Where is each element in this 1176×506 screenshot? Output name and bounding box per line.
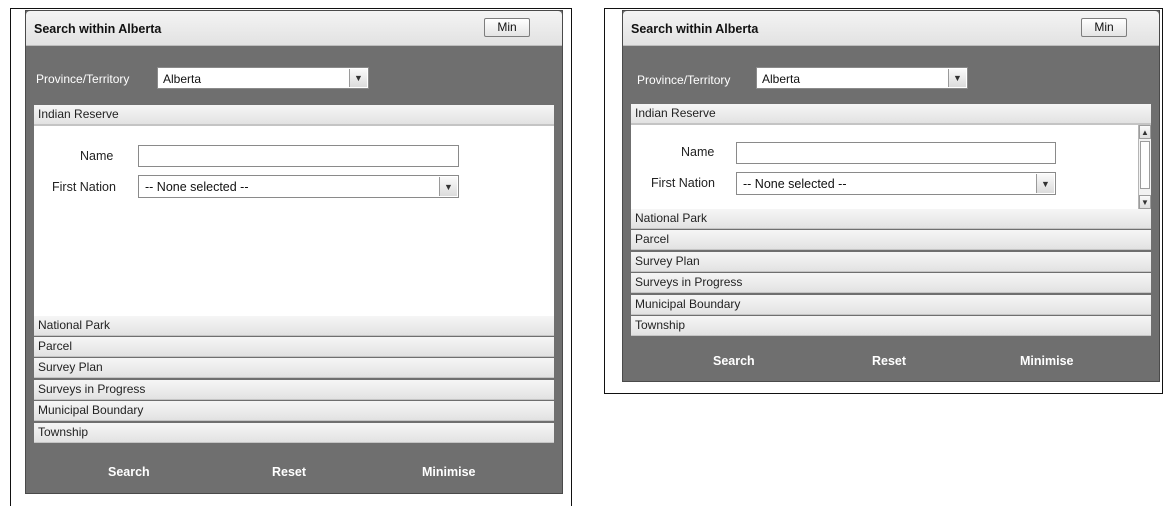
- section-parcel[interactable]: Parcel: [34, 337, 554, 357]
- minimise-button[interactable]: Minimise: [1020, 354, 1074, 368]
- search-panel-compact: Search within Alberta Min Province/Terri…: [622, 10, 1160, 382]
- section-indian-reserve[interactable]: Indian Reserve: [34, 105, 554, 125]
- search-panel-expanded: Search within Alberta Min Province/Terri…: [25, 10, 563, 494]
- first-nation-value: -- None selected --: [743, 177, 847, 191]
- section-survey-plan[interactable]: Survey Plan: [34, 358, 554, 378]
- section-township[interactable]: Township: [34, 423, 554, 443]
- panel-header: Search within Alberta Min: [623, 11, 1159, 46]
- min-button[interactable]: Min: [1081, 18, 1127, 37]
- vertical-scrollbar[interactable]: ▲ ▼: [1138, 125, 1151, 209]
- chevron-down-icon[interactable]: ▼: [1036, 174, 1054, 193]
- section-municipal-boundary[interactable]: Municipal Boundary: [34, 401, 554, 421]
- section-indian-reserve[interactable]: Indian Reserve: [631, 104, 1151, 124]
- reset-button[interactable]: Reset: [272, 465, 306, 479]
- panel-title: Search within Alberta: [631, 22, 759, 36]
- section-national-park[interactable]: National Park: [631, 209, 1151, 229]
- section-surveys-in-progress[interactable]: Surveys in Progress: [34, 380, 554, 400]
- minimise-button[interactable]: Minimise: [422, 465, 476, 479]
- first-nation-label: First Nation: [651, 176, 715, 190]
- section-township[interactable]: Township: [631, 316, 1151, 336]
- name-input[interactable]: [736, 142, 1056, 164]
- province-value: Alberta: [163, 72, 202, 86]
- name-label: Name: [681, 145, 715, 159]
- section-parcel[interactable]: Parcel: [631, 230, 1151, 250]
- section-municipal-boundary[interactable]: Municipal Boundary: [631, 295, 1151, 315]
- panel-title: Search within Alberta: [34, 22, 162, 36]
- panel-header: Search within Alberta Min: [26, 11, 562, 46]
- indian-reserve-content: Name First Nation -- None selected -- ▼: [34, 125, 554, 316]
- reset-button[interactable]: Reset: [872, 354, 906, 368]
- first-nation-value: -- None selected --: [145, 180, 249, 194]
- first-nation-select[interactable]: -- None selected -- ▼: [736, 172, 1056, 195]
- section-national-park[interactable]: National Park: [34, 316, 554, 336]
- search-button[interactable]: Search: [713, 354, 755, 368]
- province-select[interactable]: Alberta ▼: [157, 67, 369, 89]
- arrow-down-icon[interactable]: ▼: [1139, 195, 1151, 209]
- first-nation-label: First Nation: [52, 180, 116, 194]
- province-label: Province/Territory: [36, 72, 130, 86]
- province-value: Alberta: [762, 72, 801, 86]
- indian-reserve-content: Name First Nation -- None selected -- ▼ …: [631, 124, 1151, 209]
- scrollbar-thumb[interactable]: [1140, 141, 1150, 189]
- first-nation-select[interactable]: -- None selected -- ▼: [138, 175, 459, 198]
- chevron-down-icon[interactable]: ▼: [349, 69, 367, 87]
- section-survey-plan[interactable]: Survey Plan: [631, 252, 1151, 272]
- arrow-up-icon[interactable]: ▲: [1139, 125, 1151, 139]
- province-label: Province/Territory: [637, 73, 731, 87]
- name-label: Name: [80, 149, 114, 163]
- chevron-down-icon[interactable]: ▼: [948, 69, 966, 87]
- section-surveys-in-progress[interactable]: Surveys in Progress: [631, 273, 1151, 293]
- min-button[interactable]: Min: [484, 18, 530, 37]
- chevron-down-icon[interactable]: ▼: [439, 177, 457, 196]
- search-button[interactable]: Search: [108, 465, 150, 479]
- province-select[interactable]: Alberta ▼: [756, 67, 968, 89]
- name-input[interactable]: [138, 145, 459, 167]
